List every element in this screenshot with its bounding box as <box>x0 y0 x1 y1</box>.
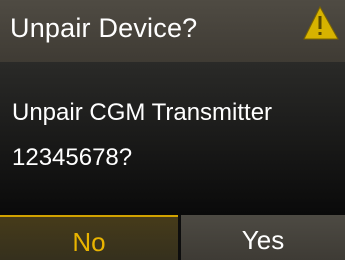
unpair-device-dialog: Unpair Device? Unpair CGM Transmitter 12… <box>0 0 345 260</box>
dialog-body: Unpair CGM Transmitter 12345678? <box>0 62 345 215</box>
yes-button[interactable]: Yes <box>181 215 345 260</box>
warning-triangle-icon <box>303 5 339 40</box>
button-divider <box>178 215 181 260</box>
dialog-header: Unpair Device? <box>0 0 345 62</box>
dialog-message-line1: Unpair CGM Transmitter <box>12 99 273 126</box>
dialog-title: Unpair Device? <box>10 13 198 43</box>
dialog-message-line2: 12345678? <box>12 144 133 171</box>
no-button[interactable]: No <box>0 215 178 260</box>
dialog-button-bar: No Yes <box>0 215 345 260</box>
